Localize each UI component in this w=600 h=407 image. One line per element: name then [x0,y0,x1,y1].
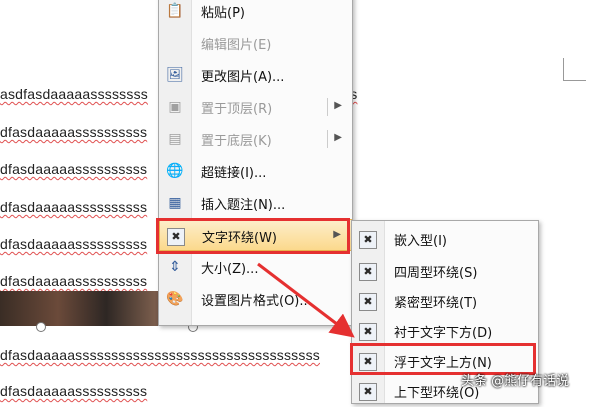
arrow-line [257,262,355,338]
watermark-text: 头条 @熊仔有话说 [461,374,570,389]
annotation-arrow [257,262,355,338]
